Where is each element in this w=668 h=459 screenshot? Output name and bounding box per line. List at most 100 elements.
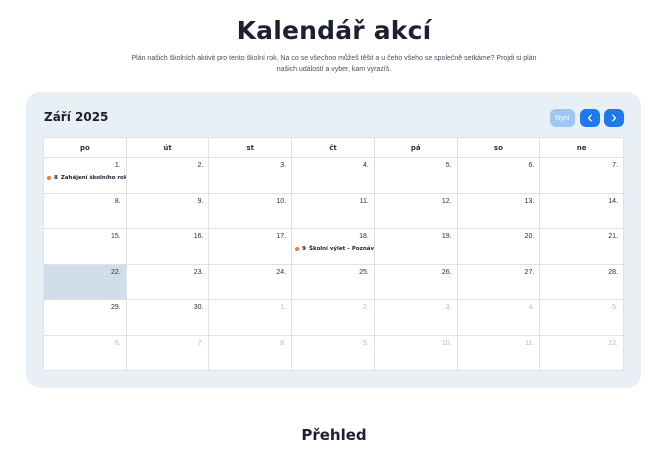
calendar-day-cell[interactable]: 6. [457, 158, 541, 194]
calendar-day-cell[interactable]: 19. [374, 229, 458, 265]
day-number: 1. [114, 162, 121, 169]
calendar-day-cell[interactable]: 21. [540, 229, 623, 265]
calendar-day-cell[interactable]: 3. [209, 158, 293, 194]
weekday-header: pá [375, 138, 458, 158]
event-title: Školní výlet – Poznáváme [308, 246, 375, 252]
calendar-day-cell[interactable]: 5. [540, 300, 623, 336]
page-intro: Plán našich školních aktivit pro tento š… [131, 55, 537, 73]
calendar-event[interactable]: 8Zahájení školního roku 2 [47, 175, 126, 181]
weekday-header: út [127, 138, 210, 158]
day-number: 10. [441, 339, 452, 347]
day-number: 10. [276, 197, 287, 205]
calendar-day-cell[interactable]: 30. [126, 300, 210, 336]
calendar-day-cell[interactable]: 10. [209, 193, 293, 229]
day-number: 14. [608, 197, 618, 205]
calendar-month-label: Září 2025 [44, 110, 109, 124]
chevron-right-icon [612, 114, 617, 122]
day-number: 3. [445, 304, 452, 311]
day-number: 16. [193, 233, 204, 240]
weekday-header-row: po út st čt pá so ne [44, 138, 623, 158]
day-number: 24. [276, 268, 287, 276]
day-number: 27. [524, 268, 535, 276]
day-number: 11. [359, 197, 369, 205]
calendar-event[interactable]: 9Školní výlet – Poznáváme [295, 246, 375, 252]
calendar-day-cell[interactable]: 25. [292, 264, 375, 300]
calendar-day-cell[interactable]: 29. [44, 300, 127, 336]
calendar-day-cell[interactable]: 27. [457, 264, 541, 300]
calendar-day-cell[interactable]: 2. [126, 158, 210, 194]
chevron-left-icon [587, 114, 592, 122]
day-number: 2. [363, 304, 369, 311]
calendar-day-cell[interactable]: 5. [374, 158, 458, 194]
calendar-day-cell[interactable]: 4. [457, 300, 541, 336]
day-number: 4. [528, 304, 535, 311]
today-button[interactable]: Nyní [550, 109, 575, 127]
day-number: 30. [193, 304, 204, 311]
calendar-day-cell[interactable]: 4. [292, 158, 375, 194]
calendar-day-cell[interactable]: 9. [292, 335, 375, 371]
calendar-day-cell[interactable]: 3. [374, 300, 458, 336]
event-time: 8 [54, 175, 58, 181]
event-dot-icon [295, 247, 300, 251]
weekday-header: st [209, 138, 293, 158]
day-number: 29. [110, 304, 121, 311]
calendar-day-cell[interactable]: 1. 8Zahájení školního roku 2 [44, 158, 127, 194]
calendar-day-cell[interactable]: 26. [374, 264, 458, 300]
day-number: 8. [114, 197, 121, 205]
calendar-day-cell[interactable]: 12. [540, 336, 623, 372]
calendar-grid: po út st čt pá so ne 1. 8 Zahájení školníh… [43, 137, 624, 371]
day-number: 13. [524, 197, 535, 205]
calendar-day-cell[interactable]: 23. [126, 264, 210, 300]
day-number: 25. [359, 268, 369, 276]
calendar-day-cell[interactable]: 17. [209, 229, 293, 265]
calendar-day-cell[interactable]: 15. [44, 229, 127, 265]
page-title: Kalendář akcí [236, 16, 432, 45]
calendar-day-cell[interactable]: 10. [375, 335, 458, 371]
calendar-day-cell[interactable]: 11. [292, 193, 375, 229]
day-number: 5. [612, 304, 618, 311]
day-number: 20. [524, 233, 535, 240]
weekday-header: po [44, 138, 127, 158]
calendar-day-cell[interactable]: 28. [540, 265, 623, 300]
calendar-day-cell[interactable]: 12. [374, 193, 458, 229]
calendar-day-cell[interactable]: 1. [209, 300, 293, 336]
calendar-day-cell[interactable]: 8. [44, 193, 127, 229]
calendar-day-cell[interactable]: 16. [126, 229, 210, 265]
day-number: 7. [612, 162, 618, 169]
day-number: 4. [363, 162, 369, 169]
calendar-day-cell[interactable]: 18. 9Školní výlet – Poznáváme [292, 229, 375, 265]
day-number: 28. [608, 268, 618, 276]
day-number: 9. [363, 339, 369, 347]
event-dot-icon [47, 176, 51, 180]
calendar-day-cell[interactable]: 20. [457, 229, 541, 265]
calendar-day-cell[interactable]: 7. [127, 335, 210, 371]
day-number: 19. [441, 233, 452, 240]
day-number: 23. [193, 268, 204, 276]
calendar-day-cell[interactable]: 9. [126, 193, 210, 229]
calendar-day-cell[interactable]: 11. [458, 335, 541, 371]
day-number: 17. [276, 233, 287, 240]
calendar-day-cell[interactable]: 8. [209, 335, 293, 371]
calendar-day-cell[interactable]: 13. [457, 193, 541, 229]
calendar-day-cell[interactable]: 2. [292, 300, 375, 336]
calendar-day-cell[interactable]: 14. [540, 194, 623, 229]
weekday-header: ne [576, 144, 587, 152]
calendar-day-cell[interactable]: 22. [44, 264, 127, 300]
overview-section-title: Přehled [301, 426, 367, 444]
day-number: 5. [445, 162, 452, 169]
calendar-day-cell[interactable]: 24. [209, 264, 293, 300]
day-number: 6. [114, 339, 121, 347]
day-number: 2. [197, 162, 204, 169]
calendar-days: 1. 8Zahájení školního roku 2 2. 3. 4. 5. 6. 7. 8… [44, 158, 623, 371]
weekday-header: so [458, 138, 541, 158]
day-number: 6. [528, 162, 535, 169]
day-number: 21. [608, 233, 618, 240]
next-month-button[interactable] [604, 109, 624, 127]
calendar-day-cell[interactable]: 7. [540, 158, 623, 194]
day-number: 18. [359, 233, 369, 240]
day-number: 26. [441, 268, 452, 276]
prev-month-button[interactable] [580, 109, 600, 127]
calendar-day-cell[interactable]: 6. [44, 335, 127, 371]
day-number: 1. [280, 304, 287, 311]
day-number: 3. [280, 162, 287, 169]
